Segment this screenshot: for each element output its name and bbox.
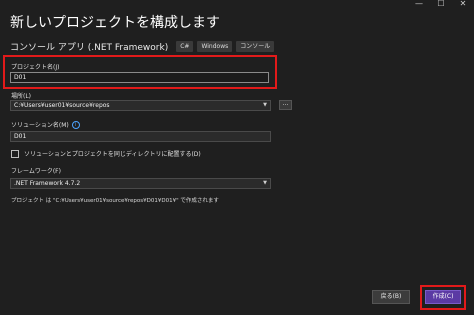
solution-name-value: D01: [14, 133, 27, 140]
chevron-down-icon: ▼: [263, 180, 267, 186]
template-info: コンソール アプリ (.NET Framework) C# Windows コン…: [10, 40, 278, 53]
location-label-text: 場所(L): [11, 93, 32, 100]
solution-name-label-text: ソリューション名(M): [11, 122, 69, 129]
framework-value: .NET Framework 4.7.2: [14, 180, 81, 187]
project-path-note: プロジェクト は "C:¥Users¥user01¥source¥repos¥D…: [11, 198, 219, 204]
location-label: 場所(L): [11, 91, 31, 100]
framework-select[interactable]: .NET Framework 4.7.2 ▼: [10, 178, 271, 189]
same-directory-label: ソリューションとプロジェクトを同じディレクトリに配置する(D): [24, 151, 201, 158]
create-button-highlight: [420, 285, 466, 310]
framework-label-text: フレームワーク(F): [11, 168, 61, 175]
chevron-down-icon: ▼: [263, 102, 267, 108]
same-directory-option[interactable]: ソリューションとプロジェクトを同じディレクトリに配置する(D): [11, 149, 201, 158]
close-icon[interactable]: ✕: [452, 0, 474, 10]
window-titlebar: — ☐ ✕: [0, 0, 474, 10]
tag-project-type: コンソール: [236, 40, 275, 52]
location-select[interactable]: C:¥Users¥user01¥source¥repos ▼: [10, 100, 271, 111]
back-button[interactable]: 戻る(B): [372, 290, 410, 304]
maximize-icon[interactable]: ☐: [430, 0, 452, 10]
same-directory-checkbox[interactable]: [11, 149, 19, 158]
framework-label: フレームワーク(F): [11, 166, 61, 175]
template-name: コンソール アプリ (.NET Framework): [10, 42, 169, 53]
browse-button[interactable]: ...: [279, 100, 292, 110]
solution-name-label: ソリューション名(M) i: [11, 120, 80, 129]
minimize-icon[interactable]: —: [408, 0, 430, 10]
project-name-highlight: [3, 55, 277, 89]
window-controls: — ☐ ✕: [408, 0, 474, 10]
location-value: C:¥Users¥user01¥source¥repos: [14, 102, 110, 109]
tag-platform: Windows: [197, 40, 233, 52]
info-icon[interactable]: i: [71, 120, 80, 129]
page-title: 新しいプロジェクトを構成します: [10, 15, 220, 31]
tag-language: C#: [176, 40, 194, 52]
solution-name-input[interactable]: D01: [10, 131, 271, 142]
